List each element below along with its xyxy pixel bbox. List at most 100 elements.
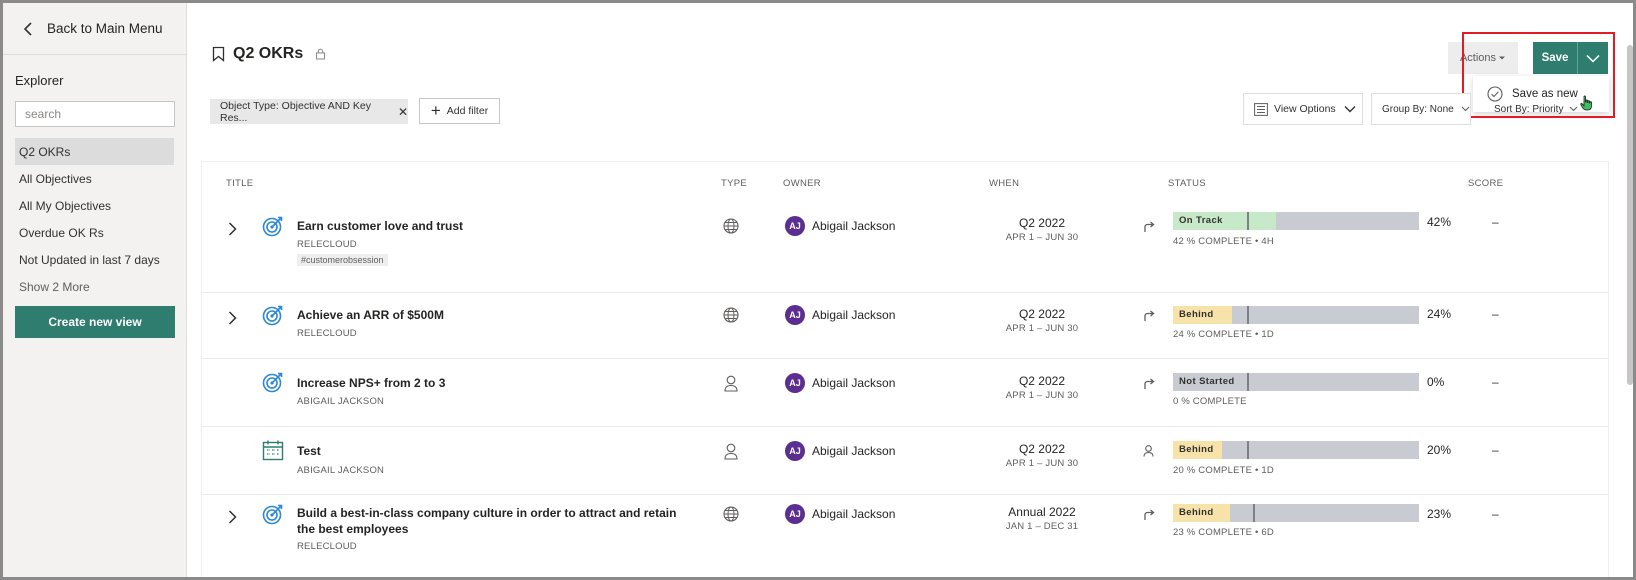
objective-title[interactable]: Earn customer love and trust [297, 218, 677, 234]
progress-text: 23 % COMPLETE • 6D [1173, 527, 1274, 538]
view-options-label: View Options [1274, 103, 1336, 115]
objective-owner-group: RELECLOUD [297, 239, 357, 250]
objective-owner-group: ABIGAIL JACKSON [297, 396, 385, 407]
table-row[interactable]: Earn customer love and trust RELECLOUD #… [202, 198, 1608, 293]
progress-percent: 24% [1427, 307, 1452, 321]
globe-icon [723, 506, 739, 522]
back-label: Back to Main Menu [47, 21, 163, 36]
search-input[interactable] [15, 101, 175, 127]
group-by-dropdown[interactable]: Group By: None [1371, 93, 1471, 125]
view-item-q2-okrs[interactable]: Q2 OKRs [15, 138, 174, 165]
column-score[interactable]: SCORE [1468, 178, 1503, 189]
chevron-down-icon [1461, 106, 1470, 112]
period: Q2 2022 [1018, 442, 1066, 456]
owner-name[interactable]: Abigail Jackson [812, 507, 895, 521]
progress-text: 0 % COMPLETE [1173, 396, 1247, 407]
chevron-down-icon [1344, 106, 1356, 113]
objective-owner-group: RELECLOUD [297, 541, 357, 552]
create-new-view-button[interactable]: Create new view [15, 306, 175, 338]
status-badge: Behind [1179, 309, 1214, 320]
score-value: – [1492, 215, 1499, 229]
lock-icon[interactable] [315, 48, 326, 60]
avatar[interactable]: AJ [785, 441, 805, 461]
column-title[interactable]: TITLE [226, 178, 253, 189]
globe-icon [723, 218, 739, 234]
objective-title[interactable]: Test [297, 443, 677, 459]
view-item-all-my-objectives[interactable]: All My Objectives [15, 192, 174, 219]
when-cell: Q2 2022 APR 1 – JUN 30 [972, 307, 1112, 334]
period: Q2 2022 [1018, 374, 1066, 388]
person-icon [724, 443, 738, 460]
owner-name[interactable]: Abigail Jackson [812, 376, 895, 390]
score-value: – [1492, 443, 1499, 457]
chevron-right-icon[interactable] [228, 510, 237, 524]
period: Q2 2022 [1018, 216, 1066, 230]
table-row[interactable]: Achieve an ARR of $500M RELECLOUD AJ Abi… [202, 293, 1608, 359]
objective-owner-group: ABIGAIL JACKSON [297, 465, 385, 476]
show-more-link[interactable]: Show 2 More [15, 273, 174, 300]
avatar[interactable]: AJ [785, 504, 805, 524]
person-small-icon [1143, 445, 1154, 457]
view-item-all-objectives[interactable]: All Objectives [15, 165, 174, 192]
filter-chip[interactable]: Object Type: Objective AND Key Res... ✕ [210, 99, 408, 124]
sort-by-label: Sort By: Priority [1494, 103, 1564, 115]
column-when[interactable]: WHEN [989, 178, 1019, 189]
view-options-button[interactable]: View Options [1243, 93, 1363, 125]
globe-icon [723, 307, 739, 323]
owner-name[interactable]: Abigail Jackson [812, 308, 895, 322]
title-row: Q2 OKRs [212, 45, 326, 63]
tag[interactable]: #customerobsession [297, 254, 388, 266]
objective-owner-group: RELECLOUD [297, 328, 357, 339]
progress-bar: Behind [1173, 306, 1419, 324]
view-item-not-updated[interactable]: Not Updated in last 7 days [15, 246, 174, 273]
status-badge: Not Started [1179, 376, 1235, 387]
objective-title[interactable]: Achieve an ARR of $500M [297, 307, 677, 323]
bookmark-icon[interactable] [212, 46, 225, 62]
add-filter-button[interactable]: + Add filter [419, 98, 500, 124]
period: Annual 2022 [1008, 505, 1076, 519]
owner-name[interactable]: Abigail Jackson [812, 444, 895, 458]
status-badge: Behind [1179, 507, 1214, 518]
progress-bar: On Track [1173, 212, 1419, 230]
share-arrow-icon [1144, 378, 1155, 389]
date-range: JAN 1 – DEC 31 [1005, 521, 1079, 532]
objective-title[interactable]: Build a best-in-class company culture in… [297, 505, 677, 537]
list-view-icon [1254, 102, 1268, 116]
scrollbar[interactable] [1627, 45, 1633, 385]
column-owner[interactable]: OWNER [783, 178, 821, 189]
column-type[interactable]: TYPE [721, 178, 747, 189]
chevron-right-icon[interactable] [228, 311, 237, 325]
close-icon[interactable]: ✕ [398, 105, 408, 119]
avatar[interactable]: AJ [785, 373, 805, 393]
date-range: APR 1 – JUN 30 [1005, 232, 1079, 243]
share-arrow-icon [1144, 221, 1155, 232]
app-window: Back to Main Menu Explorer Q2 OKRs All O… [0, 0, 1636, 580]
explorer-title: Explorer [15, 73, 64, 88]
table-row[interactable]: Build a best-in-class company culture in… [202, 495, 1608, 577]
objective-target-icon [262, 216, 283, 237]
share-arrow-icon [1144, 310, 1155, 321]
avatar[interactable]: AJ [785, 216, 805, 236]
chevron-down-icon [1570, 106, 1578, 112]
progress-bar: Behind [1173, 441, 1419, 459]
sidebar: Back to Main Menu Explorer Q2 OKRs All O… [3, 3, 187, 577]
owner-name[interactable]: Abigail Jackson [812, 219, 895, 233]
avatar[interactable]: AJ [785, 305, 805, 325]
chevron-right-icon[interactable] [228, 222, 237, 236]
date-range: APR 1 – JUN 30 [1005, 458, 1079, 469]
date-range: APR 1 – JUN 30 [1005, 323, 1079, 334]
when-cell: Q2 2022 APR 1 – JUN 30 [972, 374, 1112, 401]
progress-marker [1247, 306, 1249, 324]
progress-marker [1247, 441, 1249, 459]
objective-title[interactable]: Increase NPS+ from 2 to 3 [297, 375, 677, 391]
table-row[interactable]: Test ABIGAIL JACKSON AJ Abigail Jackson … [202, 427, 1608, 495]
objective-target-icon [262, 372, 283, 393]
column-status[interactable]: STATUS [1168, 178, 1206, 189]
back-to-main-menu[interactable]: Back to Main Menu [3, 3, 186, 55]
view-item-overdue-okrs[interactable]: Overdue OK Rs [15, 219, 174, 246]
sort-by-dropdown[interactable]: Sort By: Priority [1488, 93, 1603, 125]
objective-target-icon [262, 504, 283, 525]
table-header: TITLE TYPE OWNER WHEN STATUS SCORE [202, 162, 1608, 198]
table-row[interactable]: Increase NPS+ from 2 to 3 ABIGAIL JACKSO… [202, 359, 1608, 427]
when-cell: Annual 2022 JAN 1 – DEC 31 [972, 505, 1112, 532]
